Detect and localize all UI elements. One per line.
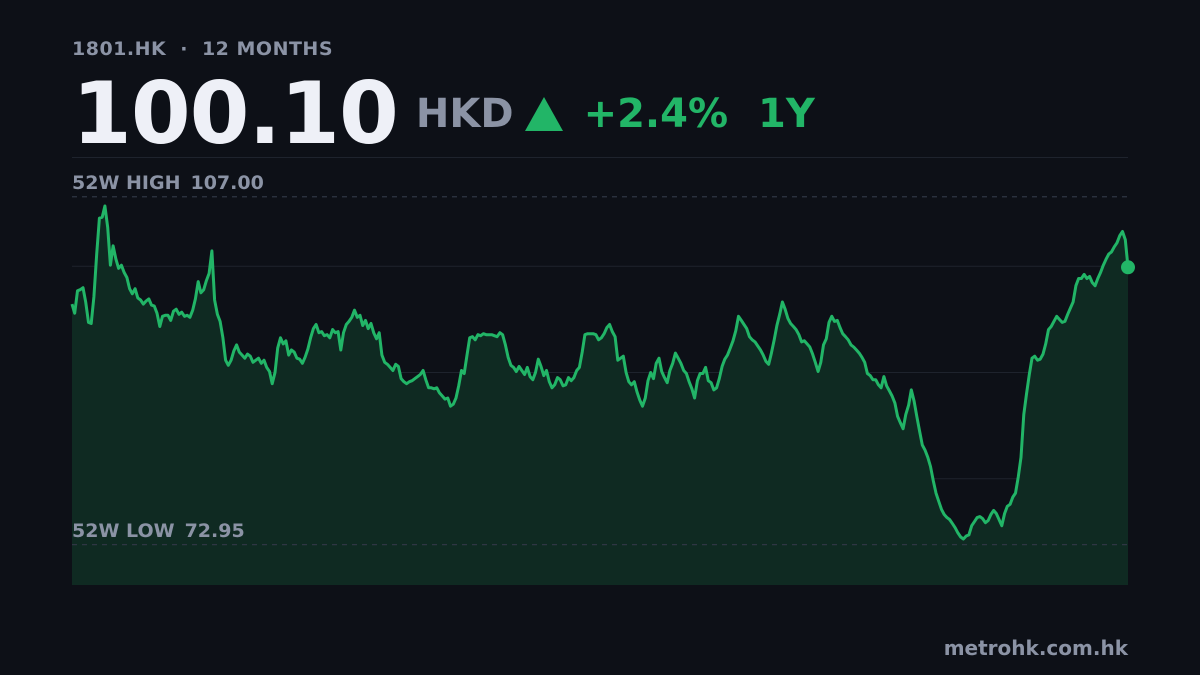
- low-label-text: 52W LOW: [72, 519, 175, 542]
- low-label: 52W LOW 72.95: [72, 520, 245, 542]
- high-value: 107.00: [190, 171, 264, 194]
- high-label: 52W HIGH 107.00: [72, 172, 264, 194]
- site-footer: metrohk.com.hk: [943, 636, 1128, 660]
- low-value: 72.95: [184, 519, 245, 542]
- last-price-marker: [1121, 260, 1135, 275]
- high-label-text: 52W HIGH: [72, 171, 181, 194]
- price-chart: [70, 196, 1135, 585]
